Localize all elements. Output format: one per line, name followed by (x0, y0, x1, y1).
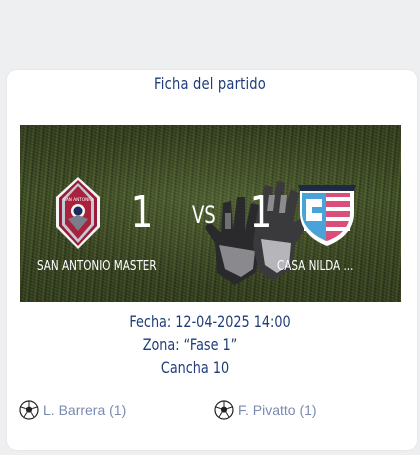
match-date: Fecha: 12-04-2025 14:00 (129, 312, 291, 331)
away-scorer: F. Pivatto (1) (214, 400, 317, 420)
home-team-name[interactable]: SAN ANTONIO MASTER (37, 259, 157, 274)
soccer-ball-icon (214, 400, 234, 420)
home-score: 1 (130, 187, 154, 238)
away-scorer-label: F. Pivatto (1) (238, 402, 317, 418)
svg-text:SAN ANTONIO: SAN ANTONIO (63, 197, 93, 202)
home-scorer-label: L. Barrera (1) (43, 402, 127, 418)
away-score: 1 (249, 187, 273, 238)
match-banner: SAN ANTONIO 1 VS 1 SAN ANTONIO MASTER CA… (20, 125, 401, 302)
home-scorer: L. Barrera (1) (19, 400, 126, 420)
match-field: Cancha 10 (160, 358, 230, 377)
away-team-crest-icon (298, 185, 356, 246)
soccer-ball-icon (19, 400, 39, 420)
home-team-crest-icon: SAN ANTONIO (56, 177, 100, 249)
vs-label: VS (191, 201, 216, 229)
match-zone: Zona: “Fase 1” (142, 335, 238, 354)
away-team-name[interactable]: CASA NILDA ... (277, 259, 353, 274)
page-title: Ficha del partido (154, 74, 266, 93)
